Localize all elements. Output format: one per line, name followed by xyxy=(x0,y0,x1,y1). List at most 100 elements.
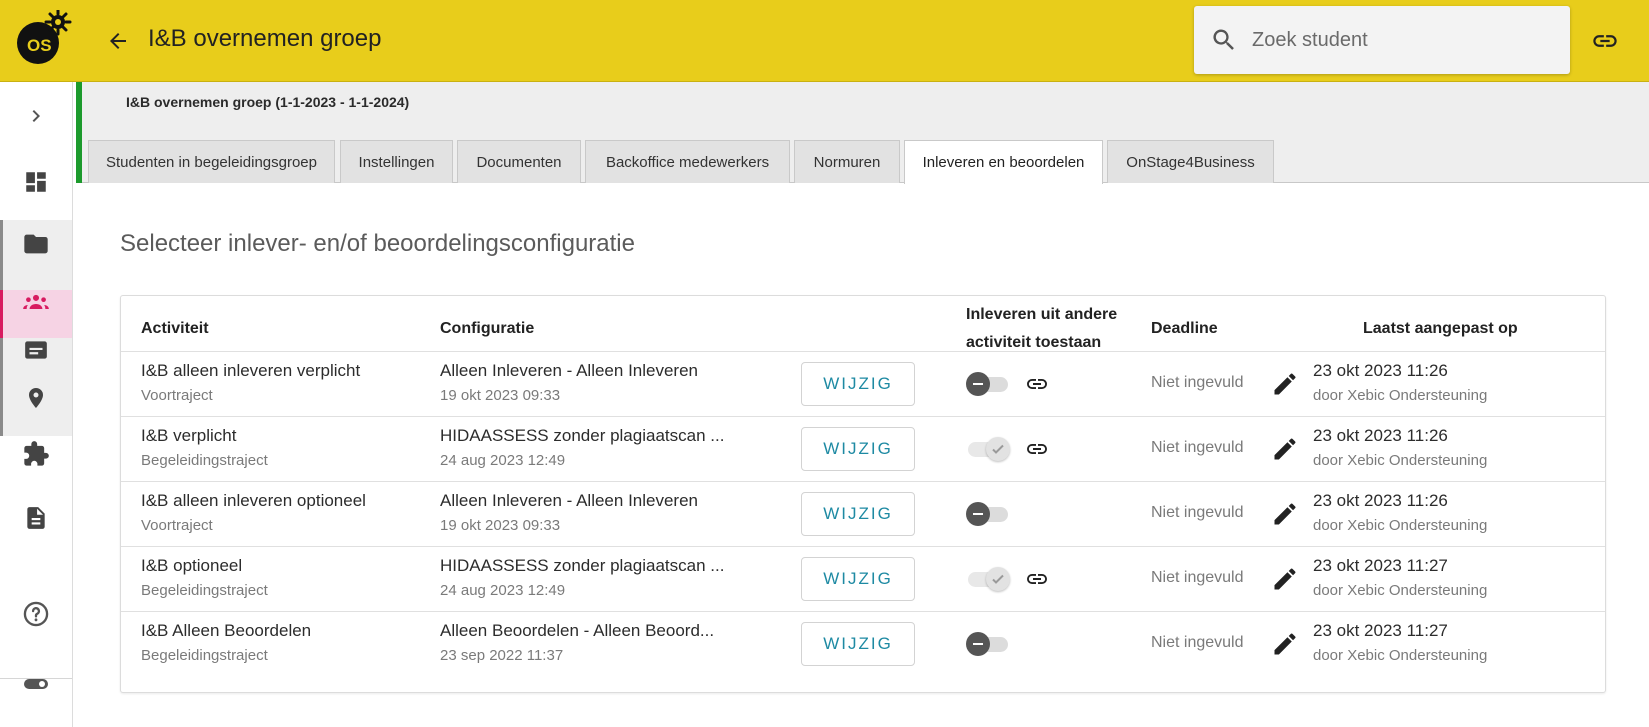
sidebar-item-toggle[interactable] xyxy=(0,660,72,708)
people-icon xyxy=(23,294,49,309)
activity-name: I&B optioneel xyxy=(141,556,243,575)
wijzig-button[interactable]: WIJZIG xyxy=(801,427,915,471)
sidebar-item-help[interactable] xyxy=(0,590,72,638)
wijzig-button[interactable]: WIJZIG xyxy=(801,492,915,536)
back-button[interactable] xyxy=(101,24,135,58)
edit-deadline-button[interactable] xyxy=(1271,565,1301,595)
modified-date: 23 okt 2023 11:27 xyxy=(1313,621,1448,640)
arrow-back-icon xyxy=(110,33,126,49)
edit-deadline-button[interactable] xyxy=(1271,630,1301,660)
edit-deadline-button[interactable] xyxy=(1271,370,1301,400)
modified-date: 23 okt 2023 11:26 xyxy=(1313,491,1448,510)
column-header-configuratie: Configuratie xyxy=(440,320,535,337)
search-input[interactable] xyxy=(1252,22,1552,58)
table-row: I&B alleen inleveren verplicht Voortraje… xyxy=(121,351,1605,416)
minus-icon xyxy=(973,383,983,385)
sidebar xyxy=(0,82,73,727)
wijzig-button[interactable]: WIJZIG xyxy=(801,622,915,666)
modified-date: 23 okt 2023 11:26 xyxy=(1313,426,1448,445)
tab-documenten[interactable]: Documenten xyxy=(457,140,581,183)
table-row: I&B optioneel Begeleidingstraject HIDAAS… xyxy=(121,546,1605,611)
column-header-deadline: Deadline xyxy=(1151,320,1218,337)
wijzig-button[interactable]: WIJZIG xyxy=(801,557,915,601)
check-icon xyxy=(992,444,1004,454)
configuration-date: 24 aug 2023 12:49 xyxy=(440,582,566,599)
table-row: I&B alleen inleveren optioneel Voortraje… xyxy=(121,481,1605,546)
pencil-icon xyxy=(1274,568,1296,590)
configuration-name: Alleen Inleveren - Alleen Inleveren xyxy=(440,491,698,510)
link-icon xyxy=(1027,379,1047,389)
tab-instellingen[interactable]: Instellingen xyxy=(340,140,453,183)
activity-name: I&B verplicht xyxy=(141,426,237,445)
allow-other-activity-toggle[interactable] xyxy=(966,437,1010,461)
link-icon xyxy=(1027,574,1047,584)
deadline-value: Niet ingevuld xyxy=(1151,374,1244,391)
toggle-knob xyxy=(966,632,990,656)
allow-other-activity-toggle[interactable] xyxy=(966,372,1010,396)
activity-name: I&B alleen inleveren verplicht xyxy=(141,361,361,380)
allow-other-activity-toggle[interactable] xyxy=(966,632,1010,656)
check-icon xyxy=(992,574,1004,584)
configuration-table: Activiteit Configuratie Inleveren uit an… xyxy=(120,295,1606,693)
page-title: I&B overnemen groep xyxy=(148,25,382,52)
tab-studenten[interactable]: Studenten in begeleidingsgroep xyxy=(88,140,335,183)
tab-normuren[interactable]: Normuren xyxy=(794,140,900,183)
sidebar-item-list[interactable] xyxy=(0,326,72,374)
configuration-name: HIDAASSESS zonder plagiaatscan ... xyxy=(440,556,725,575)
onstage-logo[interactable]: OS xyxy=(16,8,76,70)
configuration-name: Alleen Beoordelen - Alleen Beoord... xyxy=(440,621,715,640)
edit-deadline-button[interactable] xyxy=(1271,500,1301,530)
list-icon xyxy=(25,341,47,359)
modified-by: door Xebic Ondersteuning xyxy=(1313,582,1488,599)
edit-deadline-button[interactable] xyxy=(1271,435,1301,465)
allow-other-activity-toggle[interactable] xyxy=(966,567,1010,591)
tab-backoffice-medewerkers[interactable]: Backoffice medewerkers xyxy=(585,140,790,183)
activity-type: Begeleidingstraject xyxy=(141,582,268,599)
table-row: I&B Alleen Beoordelen Begeleidingstrajec… xyxy=(121,611,1605,676)
configuration-name: HIDAASSESS zonder plagiaatscan ... xyxy=(440,426,725,445)
linked-activity-button[interactable] xyxy=(1023,567,1051,591)
tab-onstage4business[interactable]: OnStage4Business xyxy=(1107,140,1274,183)
modified-by: door Xebic Ondersteuning xyxy=(1313,452,1488,469)
toggle-knob xyxy=(986,567,1010,591)
sidebar-item-groups[interactable] xyxy=(0,278,72,326)
modified-date: 23 okt 2023 11:27 xyxy=(1313,556,1448,575)
activity-type: Begeleidingstraject xyxy=(141,647,268,664)
modified-by: door Xebic Ondersteuning xyxy=(1313,647,1488,664)
wijzig-button[interactable]: WIJZIG xyxy=(801,362,915,406)
activity-name: I&B alleen inleveren optioneel xyxy=(141,491,366,510)
linked-activity-button[interactable] xyxy=(1023,437,1051,461)
toggle-knob xyxy=(966,372,990,396)
deadline-value: Niet ingevuld xyxy=(1151,569,1244,586)
section-title: Selecteer inlever- en/of beoordelingscon… xyxy=(120,230,635,257)
sidebar-item-documents[interactable] xyxy=(0,494,72,542)
configuration-date: 19 okt 2023 09:33 xyxy=(440,517,561,534)
link-button[interactable] xyxy=(1590,26,1620,56)
sidebar-item-location[interactable] xyxy=(0,374,72,422)
column-header-activiteit: Activiteit xyxy=(141,320,209,337)
pencil-icon xyxy=(1274,373,1296,395)
minus-icon xyxy=(973,643,983,645)
deadline-value: Niet ingevuld xyxy=(1151,439,1244,456)
group-subtitle: I&B overnemen groep (1-1-2023 - 1-1-2024… xyxy=(126,94,410,110)
help-icon xyxy=(23,601,49,627)
allow-other-activity-toggle[interactable] xyxy=(966,502,1010,526)
activity-type: Begeleidingstraject xyxy=(141,452,268,469)
sidebar-expand-button[interactable] xyxy=(0,92,72,140)
toggle-knob xyxy=(986,437,1010,461)
link-icon xyxy=(1593,35,1617,47)
linked-activity-button[interactable] xyxy=(1023,372,1051,396)
pencil-icon xyxy=(1274,438,1296,460)
dashboard-icon xyxy=(26,172,46,192)
tab-inleveren-en-beoordelen[interactable]: Inleveren en beoordelen xyxy=(904,140,1103,184)
location-icon xyxy=(29,388,43,408)
sidebar-item-dashboard[interactable] xyxy=(0,158,72,206)
modified-by: door Xebic Ondersteuning xyxy=(1313,387,1488,404)
sidebar-item-extensions[interactable] xyxy=(0,430,72,478)
activity-type: Voortraject xyxy=(141,517,213,534)
document-icon xyxy=(27,507,45,529)
logo-icon: OS xyxy=(17,8,72,64)
pencil-icon xyxy=(1274,633,1296,655)
modified-date: 23 okt 2023 11:26 xyxy=(1313,361,1448,380)
sidebar-item-folder[interactable] xyxy=(0,220,72,268)
